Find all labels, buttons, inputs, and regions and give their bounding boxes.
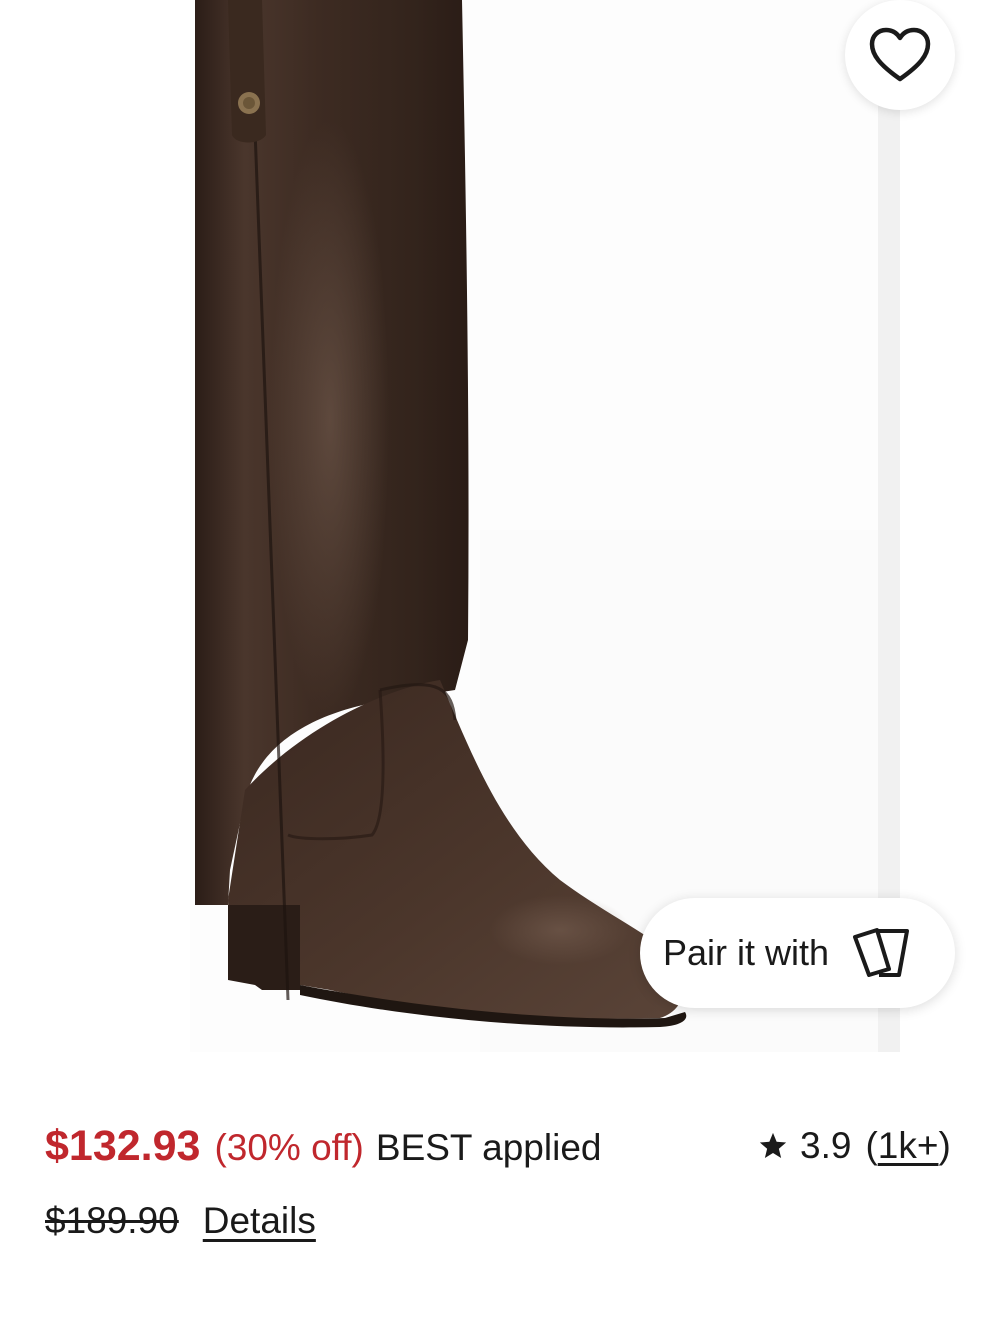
star-icon [759,1132,787,1158]
cards-icon [853,928,910,977]
promo-applied: BEST applied [375,1127,602,1168]
discount-percent: (30% off) [214,1127,364,1168]
favorite-button[interactable] [845,0,955,110]
heart-icon [869,27,931,82]
sale-price: $132.93 [45,1122,201,1170]
rating-value: 3.9 [800,1125,852,1166]
price-row: $132.93 (30% off) BEST applied [45,1122,601,1182]
rating-open-paren: ( [865,1125,878,1166]
pair-it-with-label: Pair it with [663,932,830,973]
pair-it-with-button[interactable]: Pair it with [640,898,955,1008]
original-price: $189.90 [45,1200,179,1241]
rating-close-paren: ) [938,1125,951,1166]
product-image-area[interactable]: Pair it with [0,0,1000,1060]
review-count-link[interactable]: 1k+ [878,1125,939,1167]
original-price-row: $189.90 Details [45,1200,316,1242]
details-link[interactable]: Details [203,1200,316,1242]
rating: 3.9 ( 1k+ ) [758,1124,951,1168]
